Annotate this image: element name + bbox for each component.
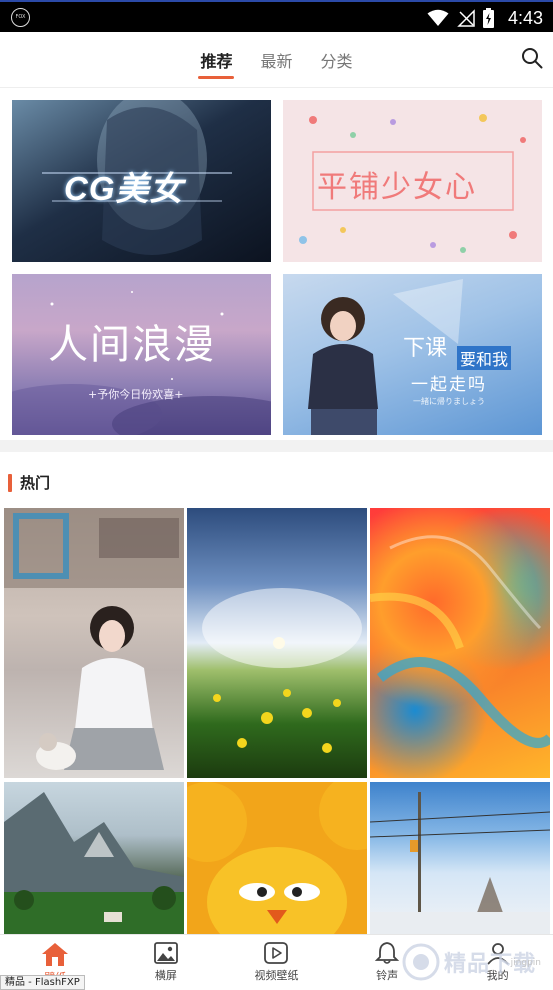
wallpaper-art [202,588,362,753]
banner-title: CG美女 [64,170,184,207]
banner-title: 平铺少女心 [317,170,477,205]
app-frame: FOX 4:43 推荐 最新 分类 CG美女 平铺少女心 人间浪漫 +予你今日份… [0,0,553,990]
tab-categories[interactable]: 分类 [319,48,355,72]
wallpaper-thumb[interactable] [4,508,184,778]
nav-video-wallpaper[interactable]: 视频壁纸 [221,935,332,990]
banner-subtitle: +予你今日份欢喜+ [88,388,184,401]
banner-title-c: 一起走吗 [411,375,487,395]
nav-label: 视频壁纸 [254,969,299,982]
nav-landscape[interactable]: 横屏 [111,935,222,990]
image-icon [153,942,178,964]
bell-icon [374,942,400,964]
watermark: 精品下载 jingpin [402,934,547,990]
wallpaper-art [187,782,367,934]
section-header: 热门 [8,472,50,493]
banner-walk-together[interactable]: 下课 要和我 一起走吗 一緒に帰りましょう [283,274,542,435]
no-signal-icon [457,9,475,27]
banner-subtitle: 一緒に帰りましょう [413,397,485,406]
wallpaper-art [370,792,550,934]
wallpaper-thumb[interactable] [370,782,550,934]
nav-label: 铃声 [376,969,399,982]
wallpaper-art [4,508,184,770]
wallpaper-art [4,792,184,934]
watermark-logo-icon [402,943,440,981]
tab-latest[interactable]: 最新 [258,48,294,72]
battery-icon [482,8,494,28]
status-bar: FOX 4:43 [0,0,553,32]
banner-cg-beauty[interactable]: CG美女 [12,100,271,262]
banner-title-b: 要和我 [457,346,512,370]
clock: 4:43 [507,7,543,28]
banner-romance[interactable]: 人间浪漫 +予你今日份欢喜+ [12,274,271,435]
banner-flat-girly[interactable]: 平铺少女心 [283,100,542,262]
nav-label: 横屏 [154,969,177,982]
wifi-icon [427,9,449,26]
play-icon [264,942,289,964]
wallpaper-thumb[interactable] [187,782,367,934]
home-icon [42,943,69,966]
section-accent-bar [8,473,12,492]
banner-title: 下课 [403,336,448,361]
banner-title: 人间浪漫 [48,322,216,368]
section-title: 热门 [20,474,51,492]
taskbar-label: 精品 - FlashFXP [0,975,85,990]
tab-recommended[interactable]: 推荐 [198,48,235,79]
wallpaper-thumb[interactable] [4,782,184,934]
watermark-small: jingpin [510,958,541,968]
wallpaper-art [370,535,550,748]
app-notification-icon: FOX [11,8,30,27]
top-nav: 推荐 最新 分类 [0,32,553,88]
wallpaper-thumb[interactable] [187,508,367,778]
search-icon[interactable] [521,47,543,69]
wallpaper-thumb[interactable] [370,508,550,778]
section-divider [0,440,553,452]
